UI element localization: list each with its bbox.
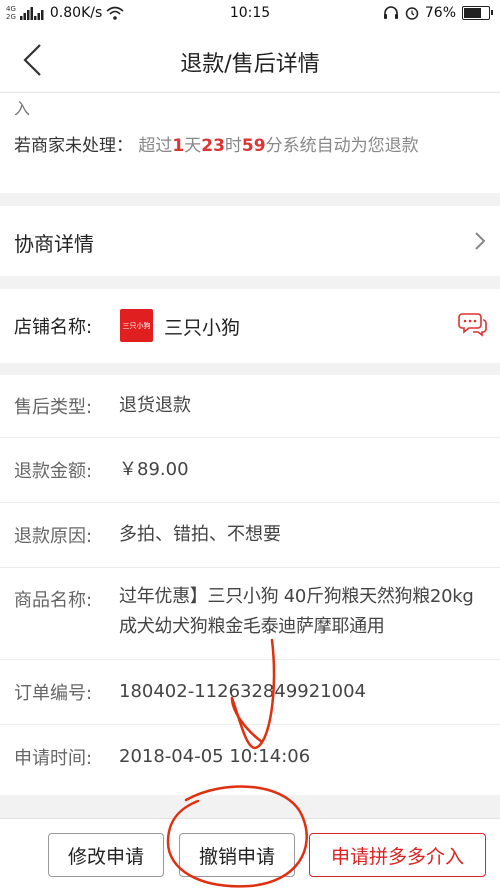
detail-row-reason: 退款原因: 多拍、错拍、不想要 xyxy=(0,503,500,568)
chat-icon[interactable] xyxy=(458,311,488,337)
modify-request-button[interactable]: 修改申请 xyxy=(48,833,164,877)
notice-minute-unit: 分 xyxy=(265,136,283,156)
detail-label: 退款金额: xyxy=(14,461,93,482)
notice-hours: 23 xyxy=(201,136,225,156)
notice-hour-unit: 时 xyxy=(224,136,242,156)
detail-value: 2018-04-05 10:14:06 xyxy=(119,746,311,767)
auto-refund-notice: 若商家未处理： 超过1天23时59分系统自动为您退款 xyxy=(14,131,419,156)
detail-row-amount: 退款金额: ￥89.00 xyxy=(0,438,500,503)
detail-row-apply-time: 申请时间: 2018-04-05 10:14:06 xyxy=(0,725,500,789)
notice-day-unit: 天 xyxy=(184,136,202,156)
shop-row: 店铺名称: 三只小狗 三只小狗 xyxy=(0,289,500,363)
notice-prefix: 超过 xyxy=(138,136,173,156)
shop-label: 店铺名称: xyxy=(14,317,93,338)
detail-row-type: 售后类型: 退货退款 xyxy=(0,375,500,438)
detail-label: 订单编号: xyxy=(14,683,93,704)
detail-row-order-number: 订单编号: 180402-112632849921004 xyxy=(0,660,500,725)
detail-label: 售后类型: xyxy=(14,397,93,418)
shop-name[interactable]: 三只小狗 xyxy=(164,313,240,340)
battery-percent: 76% xyxy=(424,5,456,21)
detail-value: 多拍、错拍、不想要 xyxy=(119,524,281,545)
negotiation-details-row[interactable]: 协商详情 xyxy=(0,206,500,276)
notice-suffix: 系统自动为您退款 xyxy=(282,136,419,156)
alarm-icon xyxy=(405,7,419,20)
detail-value: 过年优惠】三只小狗 40斤狗粮天然狗粮20kg成犬幼犬狗粮金毛泰迪萨摩耶通用 xyxy=(119,586,474,637)
detail-label: 商品名称: xyxy=(14,590,93,611)
detail-label: 申请时间: xyxy=(14,748,93,769)
detail-label: 退款原因: xyxy=(14,526,93,547)
notice-days: 1 xyxy=(172,136,185,156)
cancel-request-button[interactable]: 撤销申请 xyxy=(179,833,295,877)
headset-icon xyxy=(383,6,398,19)
detail-value: ￥89.00 xyxy=(119,459,189,480)
bottom-action-bar: 修改申请 撤销申请 申请拼多多介入 xyxy=(0,818,500,890)
notice-label: 若商家未处理： xyxy=(14,136,133,156)
detail-row-product: 商品名称: 过年优惠】三只小狗 40斤狗粮天然狗粮20kg成犬幼犬狗粮金毛泰迪萨… xyxy=(0,568,500,660)
request-platform-intervention-button[interactable]: 申请拼多多介入 xyxy=(309,833,486,877)
notice-minutes: 59 xyxy=(241,136,266,156)
shop-logo[interactable]: 三只小狗 xyxy=(120,309,153,342)
after-sale-details: 售后类型: 退货退款 退款金额: ￥89.00 退款原因: 多拍、错拍、不想要 … xyxy=(0,375,500,795)
detail-value: 180402-112632849921004 xyxy=(119,681,366,702)
battery-icon xyxy=(462,6,493,20)
battery-fill xyxy=(464,8,481,18)
navigation-bar: 退款/售后详情 xyxy=(0,28,500,93)
refund-notice-card: 入 若商家未处理： 超过1天23时59分系统自动为您退款 xyxy=(0,93,500,193)
page-title: 退款/售后详情 xyxy=(180,52,320,77)
negotiation-label: 协商详情 xyxy=(14,232,94,256)
detail-value: 退货退款 xyxy=(119,395,191,416)
status-right: 76% xyxy=(383,5,493,21)
notice-tail-text: 入 xyxy=(14,99,31,118)
status-bar: 4G 2G 0.80K/s 10:15 76% xyxy=(0,0,500,28)
chevron-right-icon xyxy=(475,232,486,250)
